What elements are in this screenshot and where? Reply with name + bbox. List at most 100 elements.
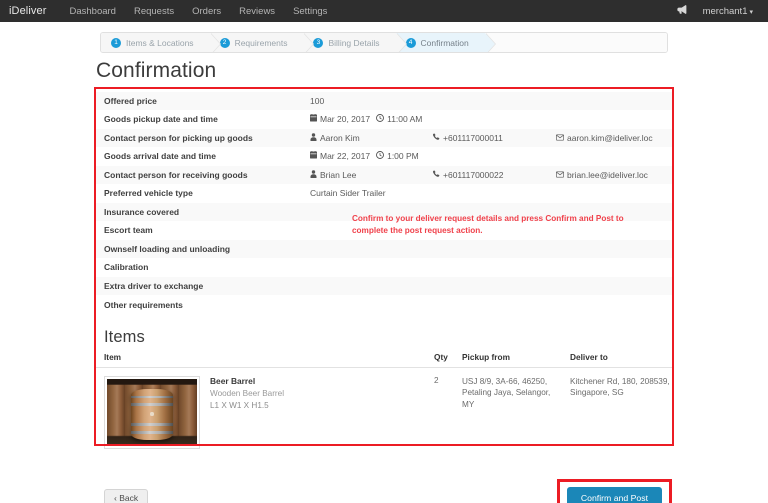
detail-value-other-requirements — [300, 295, 674, 314]
detail-value-escort-team — [300, 221, 674, 240]
beer-barrel-photo — [131, 389, 173, 441]
detail-value-empty — [546, 91, 674, 110]
items-header-deliver-to: Deliver to — [560, 351, 674, 368]
wizard-step-items-locations[interactable]: 1 Items & Locations — [101, 33, 221, 52]
stepper-tail — [484, 33, 667, 52]
item-description: Wooden Beer Barrel — [210, 388, 285, 398]
pickup-date: Mar 20, 2017 — [320, 114, 371, 125]
calendar-icon — [310, 151, 317, 161]
form-footer: ‹ Back Confirm and Post — [94, 478, 674, 503]
items-header-qty: Qty — [424, 351, 452, 368]
item-pickup-address: USJ 8/9, 3A-66, 46250, Petaling Jaya, Se… — [462, 376, 551, 410]
phone-icon — [432, 170, 440, 180]
items-section-title: Items — [104, 327, 145, 346]
envelope-icon — [556, 134, 564, 143]
table-row: Preferred vehicle type Curtain Sider Tra… — [94, 184, 674, 203]
item-thumbnail — [104, 375, 200, 449]
detail-label-pickup-datetime: Goods pickup date and time — [94, 110, 300, 129]
page-title: Confirmation — [96, 59, 217, 82]
detail-value-empty — [422, 91, 546, 110]
table-row: Offered price 100 — [94, 91, 674, 110]
detail-label-escort-team: Escort team — [94, 221, 300, 240]
item-cell: Beer Barrel Wooden Beer Barrel L1 X W1 X… — [94, 367, 424, 459]
page-body: Confirmation Confirm to your deliver req… — [0, 53, 768, 503]
envelope-icon — [556, 171, 564, 180]
detail-value-receiving-contact-email: brian.lee@ideliver.loc — [546, 165, 674, 184]
detail-label-offered-price: Offered price — [94, 91, 300, 110]
wizard-step-requirements[interactable]: 2 Requirements — [209, 33, 315, 52]
detail-label-pickup-contact: Contact person for picking up goods — [94, 128, 300, 147]
item-dimensions: L1 X W1 X H1.5 — [210, 400, 269, 410]
nav-link-orders[interactable]: Orders — [183, 6, 230, 17]
detail-label-calibration: Calibration — [94, 258, 300, 277]
nav-link-dashboard[interactable]: Dashboard — [60, 6, 124, 17]
calendar-icon — [310, 114, 317, 124]
table-row: Calibration — [94, 258, 674, 277]
arrival-time: 1:00 PM — [387, 151, 419, 162]
top-navbar: iDeliver Dashboard Requests Orders Revie… — [0, 0, 768, 22]
detail-label-extra-driver: Extra driver to exchange — [94, 276, 300, 295]
user-menu-label: merchant1 — [702, 5, 748, 17]
detail-value-ownself-loading — [300, 239, 674, 258]
detail-value-pickup-contact-name: Aaron Kim — [300, 128, 422, 147]
nav-links: Dashboard Requests Orders Reviews Settin… — [60, 6, 336, 17]
item-deliver-address: Kitchener Rd, 180, 208539, Singapore, SG — [570, 376, 670, 398]
detail-label-other-requirements: Other requirements — [94, 295, 300, 314]
navbar-right: merchant1 ▾ — [676, 5, 759, 17]
back-button[interactable]: ‹ Back — [104, 488, 149, 503]
table-row: Goods pickup date and time Mar 20, 2017 … — [94, 110, 674, 129]
detail-value-pickup-contact-email: aaron.kim@ideliver.loc — [546, 128, 674, 147]
arrival-date: Mar 22, 2017 — [320, 151, 371, 162]
megaphone-icon[interactable] — [676, 5, 687, 17]
pickup-time: 11:00 AM — [387, 114, 423, 125]
detail-label-receiving-contact: Contact person for receiving goods — [94, 165, 300, 184]
brand-logo[interactable]: iDeliver — [9, 5, 46, 17]
user-icon — [310, 170, 317, 180]
nav-link-requests[interactable]: Requests — [125, 6, 183, 17]
detail-value-calibration — [300, 258, 674, 277]
step-label-2: Requirements — [234, 37, 288, 48]
table-row: Extra driver to exchange — [94, 276, 674, 295]
confirm-button-wrapper: Confirm and Post — [556, 478, 672, 503]
nav-link-reviews[interactable]: Reviews — [230, 6, 284, 17]
detail-label-insurance-covered: Insurance covered — [94, 202, 300, 221]
progress-stepper: 1 Items & Locations 2 Requirements 3 Bil… — [100, 32, 668, 53]
table-row: Beer Barrel Wooden Beer Barrel L1 X W1 X… — [94, 367, 674, 459]
detail-value-receiving-contact-name: Brian Lee — [300, 165, 422, 184]
step-number-3: 3 — [313, 37, 324, 48]
user-icon — [310, 133, 317, 143]
table-row: Goods arrival date and time Mar 22, 2017… — [94, 147, 674, 166]
detail-value-pickup-datetime: Mar 20, 2017 11:00 AM — [300, 110, 674, 129]
detail-label-ownself-loading: Ownself loading and unloading — [94, 239, 300, 258]
table-row: Contact person for receiving goods Brian… — [94, 165, 674, 184]
step-label-3: Billing Details — [328, 37, 380, 48]
wizard-step-confirmation[interactable]: 4 Confirmation — [395, 33, 496, 52]
detail-value-pickup-contact-phone: +601117000011 — [422, 128, 546, 147]
wizard-step-billing-details[interactable]: 3 Billing Details — [303, 33, 407, 52]
step-number-4: 4 — [405, 37, 416, 48]
detail-value-offered-price: 100 — [300, 91, 422, 110]
table-row: Escort team — [94, 221, 674, 240]
clock-icon — [376, 151, 385, 161]
clock-icon — [376, 114, 385, 124]
step-label-1: Items & Locations — [126, 37, 194, 48]
item-name: Beer Barrel — [210, 375, 256, 386]
detail-value-receiving-contact-phone: +601117000022 — [422, 165, 546, 184]
detail-label-vehicle-type: Preferred vehicle type — [94, 184, 300, 203]
chevron-down-icon: ▾ — [749, 8, 753, 16]
items-header-pickup-from: Pickup from — [452, 351, 560, 368]
confirm-and-post-button[interactable]: Confirm and Post — [566, 486, 662, 503]
detail-value-extra-driver — [300, 276, 674, 295]
chevron-left-icon: ‹ — [114, 492, 117, 503]
user-menu[interactable]: merchant1 ▾ — [703, 6, 753, 17]
item-qty: 2 — [434, 375, 439, 385]
confirmation-details-table: Offered price 100 Goods pickup date and … — [94, 91, 674, 314]
items-table-header-row: Item Qty Pickup from Deliver to — [94, 351, 674, 368]
detail-value-arrival-datetime: Mar 22, 2017 1:00 PM — [300, 147, 674, 166]
nav-link-settings[interactable]: Settings — [284, 6, 336, 17]
content-container: Confirmation Confirm to your deliver req… — [94, 59, 674, 503]
detail-value-vehicle-type: Curtain Sider Trailer — [300, 184, 674, 203]
back-button-label: Back — [119, 492, 139, 503]
items-header-item: Item — [94, 351, 424, 368]
phone-icon — [432, 133, 440, 143]
